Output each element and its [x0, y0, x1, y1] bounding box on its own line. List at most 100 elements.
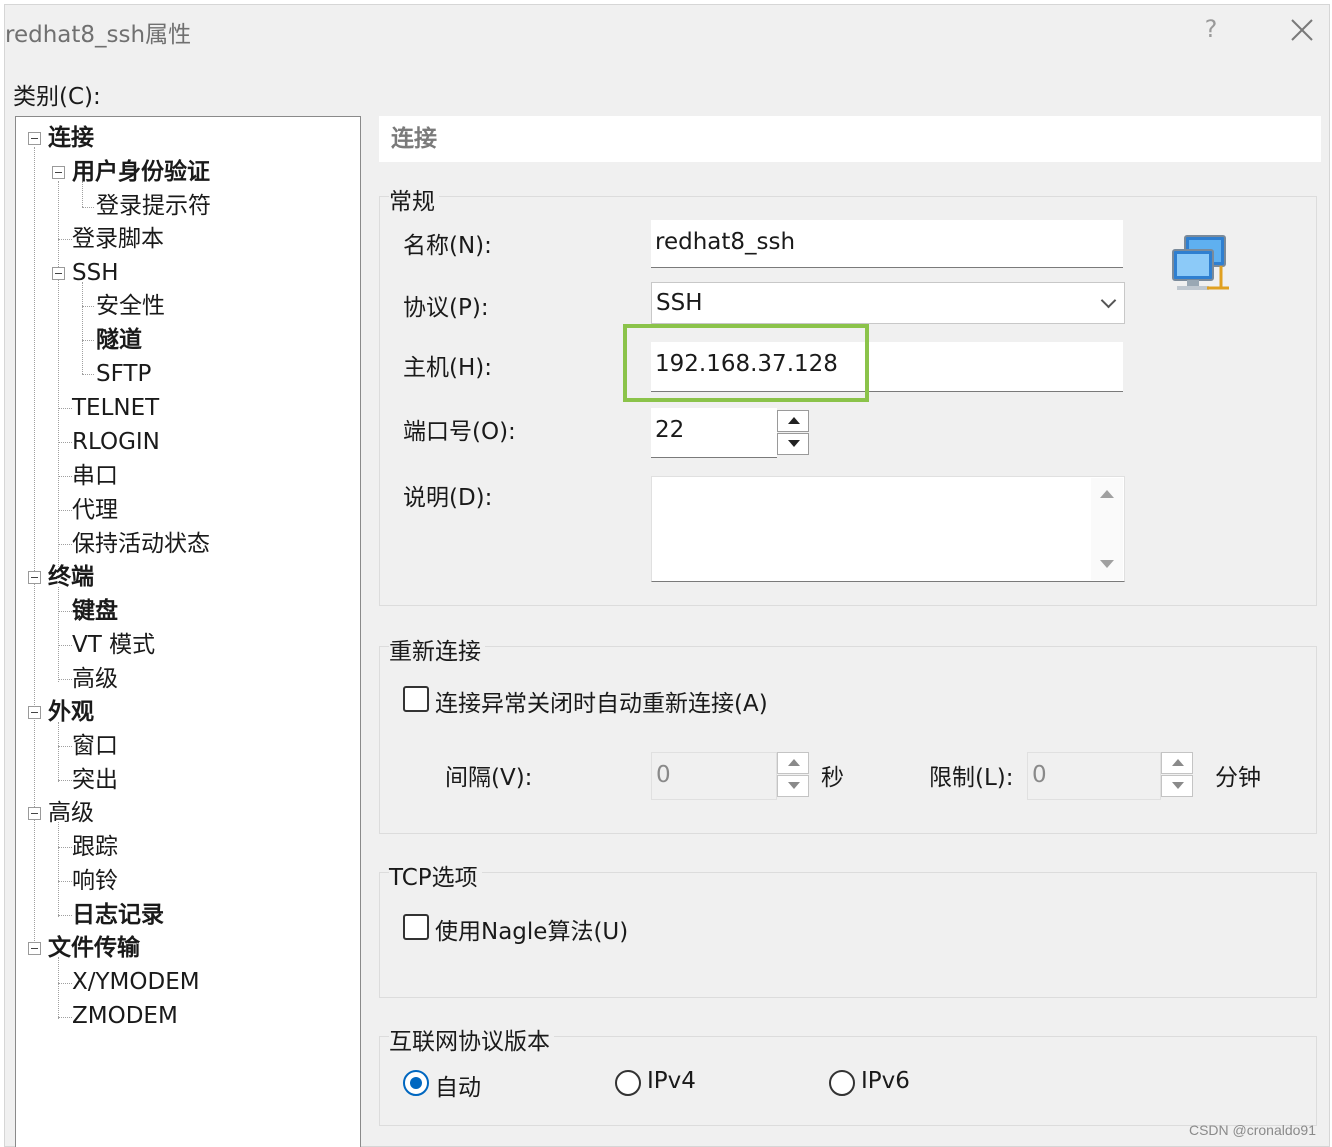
protocol-value: SSH [656, 290, 703, 316]
ipv4-radio[interactable] [615, 1070, 641, 1096]
description-textarea[interactable] [651, 476, 1125, 582]
host-highlight-box [623, 324, 869, 402]
tree-item-login-prompts[interactable]: 登录提示符 [96, 191, 211, 221]
nagle-checkbox[interactable] [403, 914, 429, 940]
auto-reconnect-checkbox[interactable] [403, 686, 429, 712]
name-label: 名称(N): [403, 233, 492, 259]
tree-line [34, 577, 35, 947]
tree-item-serial[interactable]: 串口 [72, 461, 118, 491]
tree-line [58, 746, 72, 747]
tree-item-vt-mode[interactable]: VT 模式 [72, 630, 155, 660]
tree-line [58, 645, 72, 646]
properties-dialog: redhat8_ssh属性 ? 类别(C): 连接 用户身份验证 登录提示符 登… [4, 4, 1330, 1147]
general-group-title: 常规 [389, 182, 439, 216]
ip-version-group-title: 互联网协议版本 [389, 1022, 554, 1056]
tree-item-login-scripts[interactable]: 登录脚本 [72, 224, 164, 254]
spin-down-button[interactable] [1161, 775, 1193, 797]
arrow-up-icon [1172, 759, 1184, 766]
nagle-label: 使用Nagle算法(U) [435, 919, 629, 945]
reconnect-group-title: 重新连接 [389, 632, 485, 666]
help-button[interactable]: ? [1199, 15, 1223, 43]
scroll-down-icon[interactable] [1100, 560, 1114, 568]
category-tree[interactable]: 连接 用户身份验证 登录提示符 登录脚本 SSH 安全性 隧道 SFTP TEL… [15, 116, 361, 1147]
tree-item-xymodem[interactable]: X/YMODEM [72, 967, 200, 997]
watermark: CSDN @cronaldo91 [1188, 1122, 1316, 1138]
collapse-icon[interactable] [28, 706, 41, 719]
spin-up-button[interactable] [777, 410, 809, 432]
arrow-up-icon [788, 759, 800, 766]
spin-down-button[interactable] [777, 775, 809, 797]
ip-auto-label: 自动 [435, 1075, 481, 1101]
port-label: 端口号(O): [403, 419, 516, 445]
tree-item-keyboard[interactable]: 键盘 [72, 596, 118, 626]
tree-item-advanced[interactable]: 高级 [48, 798, 94, 828]
arrow-up-icon [788, 417, 800, 424]
tree-line [82, 340, 94, 341]
limit-unit: 分钟 [1215, 765, 1261, 791]
interval-input[interactable]: 0 [651, 752, 777, 800]
tree-line [58, 983, 72, 984]
tree-line [58, 722, 59, 782]
tree-item-keep-alive[interactable]: 保持活动状态 [72, 529, 210, 559]
tree-item-security[interactable]: 安全性 [96, 291, 165, 321]
tree-line [58, 679, 72, 680]
tree-line [58, 1017, 72, 1018]
collapse-icon[interactable] [28, 132, 41, 145]
ip-auto-radio[interactable] [403, 1070, 429, 1096]
tree-item-tunneling[interactable]: 隧道 [96, 325, 142, 355]
tree-item-zmodem[interactable]: ZMODEM [72, 1001, 178, 1031]
collapse-icon[interactable] [52, 166, 65, 179]
tree-item-proxy[interactable]: 代理 [72, 495, 118, 525]
collapse-icon[interactable] [28, 571, 41, 584]
name-input[interactable]: redhat8_ssh [651, 220, 1123, 268]
tree-item-ssh[interactable]: SSH [72, 258, 119, 288]
collapse-icon[interactable] [28, 807, 41, 820]
tree-item-logging[interactable]: 日志记录 [72, 900, 164, 930]
tree-item-sftp[interactable]: SFTP [96, 359, 151, 389]
description-scrollbar[interactable] [1091, 478, 1123, 580]
tree-item-user-auth[interactable]: 用户身份验证 [72, 157, 210, 187]
tree-line [82, 282, 83, 374]
tree-item-connection[interactable]: 连接 [48, 123, 94, 153]
tree-item-terminal-advanced[interactable]: 高级 [72, 664, 118, 694]
network-computers-icon [1172, 235, 1229, 290]
interval-unit: 秒 [821, 765, 844, 791]
close-icon [1291, 19, 1313, 41]
spin-down-button[interactable] [777, 433, 809, 455]
tree-line [58, 957, 59, 1019]
spin-up-button[interactable] [777, 752, 809, 774]
title-bar: redhat8_ssh属性 ? [5, 5, 1329, 57]
tree-item-telnet[interactable]: TELNET [72, 393, 159, 423]
chevron-down-icon [1100, 292, 1117, 309]
tree-line [82, 207, 94, 208]
collapse-icon[interactable] [28, 942, 41, 955]
protocol-select[interactable]: SSH [651, 282, 1125, 324]
close-button[interactable] [1285, 13, 1319, 47]
tree-item-window[interactable]: 窗口 [72, 731, 118, 761]
tree-item-appearance[interactable]: 外观 [48, 697, 94, 727]
ipv4-label: IPv4 [647, 1068, 696, 1094]
tree-line [58, 611, 72, 612]
interval-label: 间隔(V): [445, 765, 533, 791]
tree-line [58, 510, 72, 511]
section-header: 连接 [379, 116, 1321, 162]
tree-item-terminal[interactable]: 终端 [48, 562, 94, 592]
window-title: redhat8_ssh属性 [5, 22, 192, 48]
port-input[interactable]: 22 [651, 408, 777, 458]
tree-item-trace[interactable]: 跟踪 [72, 832, 118, 862]
description-label: 说明(D): [403, 485, 493, 511]
tree-line [58, 544, 72, 545]
tree-item-highlight[interactable]: 突出 [72, 765, 118, 795]
tree-line [58, 780, 72, 781]
limit-label: 限制(L): [929, 765, 1014, 791]
tree-item-rlogin[interactable]: RLOGIN [72, 427, 160, 457]
limit-input[interactable]: 0 [1027, 752, 1161, 800]
spin-up-button[interactable] [1161, 752, 1193, 774]
collapse-icon[interactable] [52, 267, 65, 280]
tree-item-file-transfer[interactable]: 文件传输 [48, 933, 140, 963]
scroll-up-icon[interactable] [1100, 490, 1114, 498]
ipv6-radio[interactable] [829, 1070, 855, 1096]
category-label: 类别(C): [13, 84, 101, 110]
tree-item-bell[interactable]: 响铃 [72, 866, 118, 896]
tree-line [58, 881, 72, 882]
